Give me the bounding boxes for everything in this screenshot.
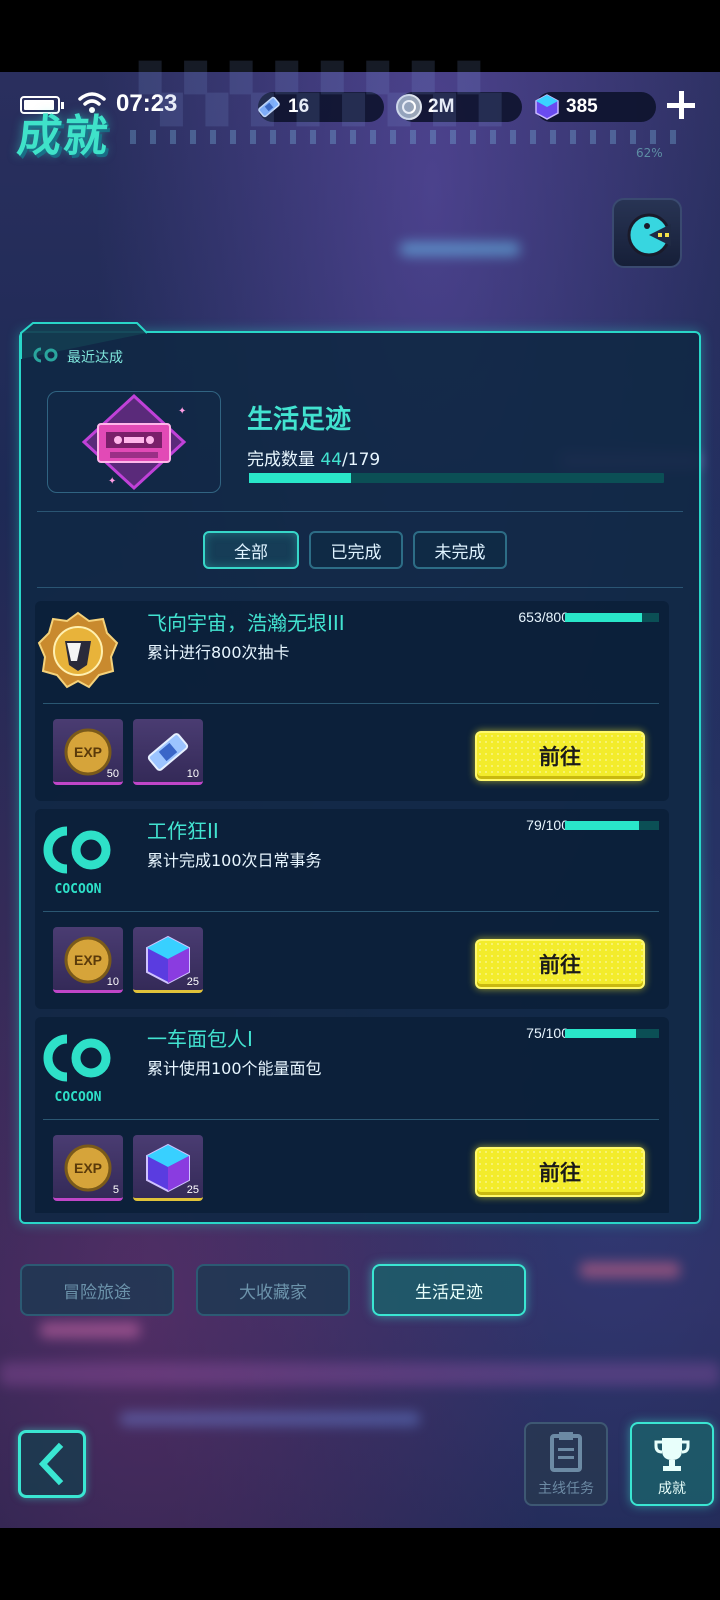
panel-tab-label: 最近达成 <box>67 350 123 366</box>
divider <box>37 587 683 588</box>
divider <box>43 911 659 912</box>
featured-badge-frame: ✦ ✦ <box>47 391 221 493</box>
featured-count-done: 44 <box>320 450 343 470</box>
go-button[interactable]: 前往 <box>475 1147 645 1197</box>
divider <box>43 1119 659 1120</box>
achievement-list[interactable]: 飞向宇宙，浩瀚无垠III 累计进行800次抽卡 653/800 EXP 50 1… <box>35 601 669 1213</box>
reward-item[interactable]: 25 <box>133 1135 203 1201</box>
featured-count: 完成数量 44/179 <box>247 445 380 470</box>
add-currency-button[interactable] <box>664 88 698 122</box>
bg-streak <box>580 1262 680 1278</box>
bg-streak <box>40 1322 140 1338</box>
achievement-name: 飞向宇宙，浩瀚无垠III <box>147 611 345 635</box>
filter-tabs: 全部 已完成 未完成 <box>203 531 507 569</box>
svg-text:EXP: EXP <box>74 1160 102 1176</box>
svg-text:EXP: EXP <box>74 744 102 760</box>
reward-quantity: 10 <box>186 768 199 780</box>
reward-quantity: 25 <box>186 1184 199 1196</box>
reward-item[interactable]: EXP 10 <box>53 927 123 993</box>
achievement-card: 飞向宇宙，浩瀚无垠III 累计进行800次抽卡 653/800 EXP 50 1… <box>35 601 669 801</box>
reward-item[interactable]: EXP 50 <box>53 719 123 785</box>
reward-item[interactable]: EXP 5 <box>53 1135 123 1201</box>
achievements-button[interactable]: 成就 <box>630 1422 714 1506</box>
achievements-label: 成就 <box>658 1481 686 1497</box>
bg-streak <box>0 1362 720 1386</box>
bottom-letterbox <box>0 1528 720 1600</box>
achievement-progress-bar <box>565 1029 659 1038</box>
category-tab-life[interactable]: 生活足迹 <box>372 1264 526 1316</box>
category-tab-adventure[interactable]: 冒险旅途 <box>20 1264 174 1316</box>
gem-count: 385 <box>566 96 598 117</box>
achievement-card: COCOON 工作狂II 累计完成100次日常事务 79/100 EXP 10 <box>35 809 669 1009</box>
main-quest-label: 主线任务 <box>538 1481 594 1497</box>
featured-count-label: 完成数量 <box>247 450 315 470</box>
featured-progress-fill <box>249 473 352 483</box>
reward-item[interactable]: 10 <box>133 719 203 785</box>
cocoon-logo-text: COCOON <box>55 882 102 897</box>
gem-counter[interactable]: 385 <box>535 92 656 122</box>
title-progress-hint: 62% <box>636 146 663 160</box>
back-button[interactable] <box>18 1430 86 1498</box>
pacman-mascot-icon <box>627 213 671 257</box>
go-button[interactable]: 前往 <box>475 731 645 781</box>
featured-progress-bar <box>249 473 664 483</box>
achievement-progress-bar <box>565 821 659 830</box>
gem-cube-icon <box>535 94 559 120</box>
achievement-name: 工作狂II <box>147 819 219 843</box>
cocoon-small-icon <box>33 347 58 363</box>
bg-streak <box>400 242 520 256</box>
page-title: 成就 <box>14 111 113 162</box>
cassette-badge-icon: ✦ ✦ <box>81 393 186 491</box>
achievement-description: 累计使用100个能量面包 <box>147 1059 322 1078</box>
filter-completed-button[interactable]: 已完成 <box>309 531 403 569</box>
reward-item[interactable]: 25 <box>133 927 203 993</box>
reward-quantity: 10 <box>106 976 119 988</box>
achievement-description: 累计完成100次日常事务 <box>147 851 322 870</box>
main-quest-button[interactable]: 主线任务 <box>524 1422 608 1506</box>
svg-text:✦: ✦ <box>108 476 116 487</box>
cocoon-logo-icon: COCOON <box>43 1034 111 1105</box>
divider <box>43 703 659 704</box>
category-tab-collector[interactable]: 大收藏家 <box>196 1264 350 1316</box>
achievement-name: 一车面包人I <box>147 1027 253 1051</box>
reward-quantity: 5 <box>112 1184 119 1196</box>
clipboard-icon <box>550 1432 582 1472</box>
featured-count-total: /179 <box>342 450 381 470</box>
reward-quantity: 25 <box>186 976 199 988</box>
mascot-button[interactable] <box>612 198 682 268</box>
reward-quantity: 50 <box>106 768 119 780</box>
achievement-progress-bar <box>565 613 659 622</box>
filter-incomplete-button[interactable]: 未完成 <box>413 531 507 569</box>
featured-category-title: 生活足迹 <box>247 405 352 435</box>
achievement-card: COCOON 一车面包人I 累计使用100个能量面包 75/100 EXP 5 <box>35 1017 669 1213</box>
trophy-icon <box>654 1438 690 1471</box>
chevron-left-icon <box>38 1442 64 1486</box>
filter-all-button[interactable]: 全部 <box>203 531 299 569</box>
gold-medal-icon <box>37 611 119 689</box>
achievement-progress-text: 75/100 <box>526 1025 569 1041</box>
achievement-progress-text: 653/800 <box>518 609 569 625</box>
title-decoration <box>130 130 690 144</box>
svg-text:✦: ✦ <box>178 406 186 417</box>
achievement-progress-fill <box>565 613 642 622</box>
title-ghost-decoration: ▚▚▚▚▚▚▚▚ <box>140 64 505 124</box>
achievement-progress-text: 79/100 <box>526 817 569 833</box>
cocoon-logo-icon: COCOON <box>43 826 111 897</box>
cocoon-logo-text: COCOON <box>55 1090 102 1105</box>
bg-streak <box>120 1412 420 1426</box>
divider <box>37 511 683 512</box>
exp-coin-icon: EXP <box>64 1144 112 1192</box>
svg-text:EXP: EXP <box>74 952 102 968</box>
go-button[interactable]: 前往 <box>475 939 645 989</box>
achievement-progress-fill <box>565 1029 636 1038</box>
achievement-progress-fill <box>565 821 640 830</box>
achievement-panel: 最近达成 ✦ ✦ 生活足迹 完成数量 44/179 全部 已完成 未完成 飞向宇… <box>19 322 701 1224</box>
achievement-description: 累计进行800次抽卡 <box>147 643 290 662</box>
